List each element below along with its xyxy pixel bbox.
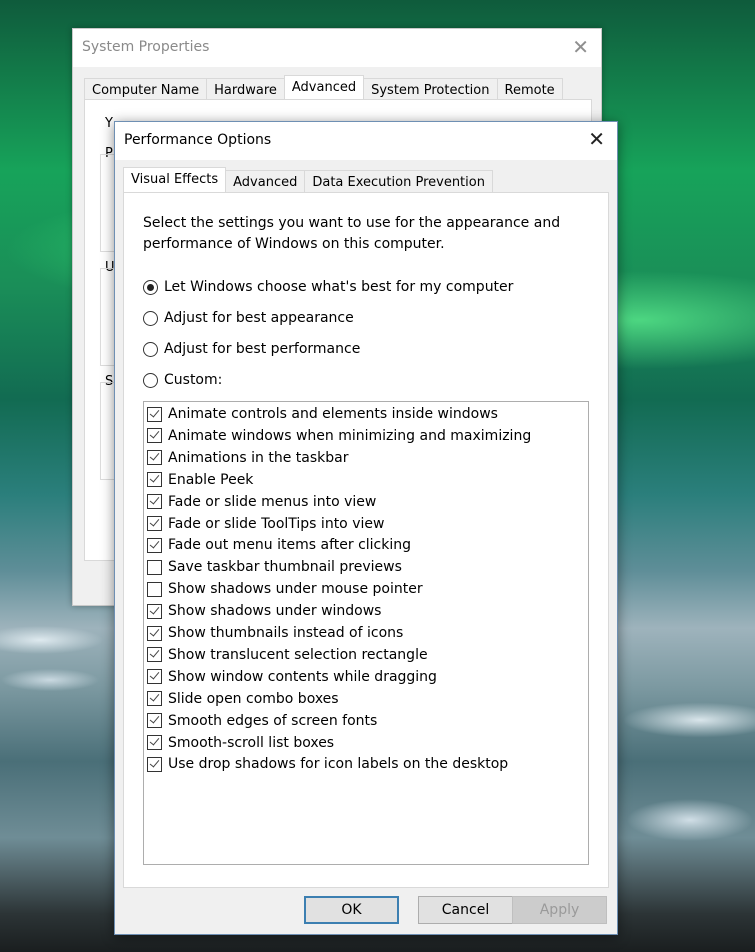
radio-button-icon[interactable] (143, 310, 158, 326)
visual-effects-panel: Select the settings you want to use for … (123, 192, 609, 888)
effect-checkbox-row[interactable]: Show window contents while dragging (147, 666, 437, 688)
effect-label: Show window contents while dragging (168, 668, 437, 685)
dialog-title: Performance Options (124, 132, 272, 148)
text-fragment: Y (105, 116, 113, 131)
effect-checkbox-row[interactable]: Show thumbnails instead of icons (147, 622, 403, 644)
effect-label: Smooth-scroll list boxes (168, 734, 335, 751)
checkbox-checked-icon[interactable] (147, 494, 162, 510)
checkbox-checked-icon[interactable] (147, 713, 162, 729)
checkbox-checked-icon[interactable] (147, 625, 162, 641)
close-icon[interactable]: ✕ (588, 127, 605, 151)
cancel-button[interactable]: Cancel (418, 896, 513, 924)
radio-label: Let Windows choose what's best for my co… (164, 279, 514, 295)
radio-best-performance[interactable]: Adjust for best performance (143, 341, 360, 357)
effect-checkbox-row[interactable]: Use drop shadows for icon labels on the … (147, 753, 508, 775)
effect-label: Show thumbnails instead of icons (168, 625, 404, 641)
radio-best-appearance[interactable]: Adjust for best appearance (143, 310, 354, 326)
effect-label: Animations in the taskbar (168, 449, 349, 466)
window-title: System Properties (82, 39, 210, 55)
radio-button-icon[interactable] (143, 341, 158, 357)
description-text: Select the settings you want to use for … (143, 215, 561, 252)
effect-checkbox-row[interactable]: Enable Peek (147, 469, 253, 491)
effect-label: Smooth edges of screen fonts (168, 712, 378, 729)
effect-label: Animate controls and elements inside win… (168, 406, 498, 422)
checkbox-checked-icon[interactable] (147, 406, 162, 422)
radio-custom[interactable]: Custom: (143, 372, 222, 388)
title-bar: System Properties ✕ (73, 29, 601, 67)
radio-label: Custom: (164, 372, 223, 388)
checkbox-checked-icon[interactable] (147, 537, 162, 553)
checkbox-checked-icon[interactable] (147, 428, 162, 444)
effect-label: Show shadows under mouse pointer (168, 581, 423, 598)
effect-label: Fade or slide ToolTips into view (168, 515, 385, 532)
radio-label: Adjust for best appearance (164, 310, 354, 326)
checkbox-checked-icon[interactable] (147, 735, 162, 750)
effect-label: Fade or slide menus into view (168, 493, 377, 510)
effect-checkbox-row[interactable]: Smooth-scroll list boxes (147, 732, 334, 754)
ok-button[interactable]: OK (304, 896, 399, 924)
checkbox-checked-icon[interactable] (147, 647, 162, 663)
effect-label: Enable Peek (168, 471, 254, 488)
effect-checkbox-row[interactable]: Fade out menu items after clicking (147, 534, 411, 556)
checkbox-checked-icon[interactable] (147, 603, 162, 619)
effect-checkbox-row[interactable]: Show translucent selection rectangle (147, 644, 428, 666)
title-bar: Performance Options ✕ (115, 122, 617, 160)
close-icon[interactable]: ✕ (572, 35, 589, 59)
effect-checkbox-row[interactable]: Show shadows under windows (147, 600, 381, 622)
effect-label: Animate windows when minimizing and maxi… (168, 427, 532, 444)
checkbox-unchecked-icon[interactable] (147, 581, 162, 597)
effect-checkbox-row[interactable]: Animate windows when minimizing and maxi… (147, 425, 531, 447)
effect-checkbox-row[interactable]: Animations in the taskbar (147, 447, 348, 469)
effects-checklist[interactable]: Animate controls and elements inside win… (143, 401, 589, 865)
effect-checkbox-row[interactable]: Show shadows under mouse pointer (147, 578, 423, 600)
radio-button-icon[interactable] (143, 372, 158, 388)
effect-checkbox-row[interactable]: Animate controls and elements inside win… (147, 403, 498, 425)
effect-checkbox-row[interactable]: Smooth edges of screen fonts (147, 710, 377, 732)
radio-button-icon[interactable] (143, 279, 158, 295)
checkbox-unchecked-icon[interactable] (147, 559, 162, 575)
radio-let-windows-choose[interactable]: Let Windows choose what's best for my co… (143, 279, 513, 295)
checkbox-checked-icon[interactable] (147, 669, 162, 685)
checkbox-checked-icon[interactable] (147, 472, 162, 488)
effect-label: Use drop shadows for icon labels on the … (168, 756, 509, 773)
effect-label: Slide open combo boxes (168, 690, 339, 707)
apply-button[interactable]: Apply (512, 896, 607, 924)
checkbox-checked-icon[interactable] (147, 691, 162, 707)
checkbox-checked-icon[interactable] (147, 450, 162, 466)
effect-label: Show shadows under windows (168, 603, 382, 620)
effect-label: Save taskbar thumbnail previews (168, 559, 402, 576)
effect-label: Fade out menu items after clicking (168, 537, 411, 554)
radio-label: Adjust for best performance (164, 341, 361, 357)
performance-options-dialog: Performance Options ✕ Visual Effects Adv… (114, 121, 618, 935)
effect-label: Show translucent selection rectangle (168, 646, 428, 663)
effect-checkbox-row[interactable]: Fade or slide ToolTips into view (147, 513, 384, 535)
checkbox-checked-icon[interactable] (147, 516, 162, 531)
effect-checkbox-row[interactable]: Slide open combo boxes (147, 688, 339, 710)
effect-checkbox-row[interactable]: Fade or slide menus into view (147, 491, 376, 513)
checkbox-checked-icon[interactable] (147, 756, 162, 772)
effect-checkbox-row[interactable]: Save taskbar thumbnail previews (147, 556, 402, 578)
